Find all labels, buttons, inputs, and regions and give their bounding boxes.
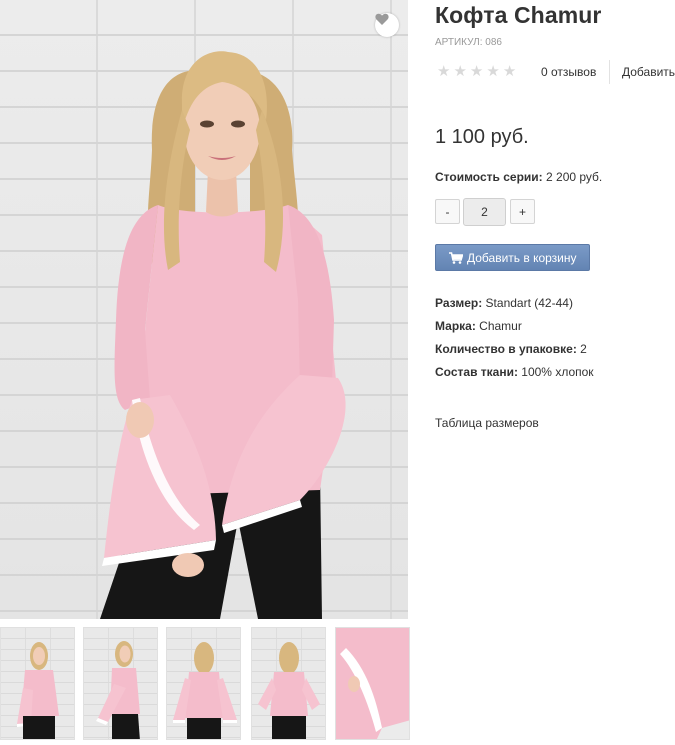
product-price: 1 100 руб. bbox=[435, 126, 529, 148]
thumbnail-4[interactable] bbox=[251, 627, 326, 740]
thumbnail-3[interactable] bbox=[166, 627, 241, 740]
product-photo-side bbox=[96, 641, 140, 739]
star-icon[interactable]: ★ bbox=[486, 63, 499, 80]
add-review-link[interactable]: Добавить bbox=[622, 65, 675, 79]
spec-label: Количество в упаковке: bbox=[435, 342, 577, 356]
star-icon[interactable]: ★ bbox=[503, 63, 516, 80]
spec-size: Размер: Standart (42-44) bbox=[435, 296, 573, 310]
spec-label: Состав ткани: bbox=[435, 365, 518, 379]
star-icon[interactable]: ★ bbox=[453, 63, 466, 80]
quantity-input[interactable] bbox=[463, 198, 506, 226]
series-price-value: 2 200 руб. bbox=[542, 170, 603, 184]
series-price-label: Стоимость серии: bbox=[435, 170, 543, 184]
thumbnail-strip bbox=[0, 627, 412, 745]
product-photo-sleeve-detail bbox=[336, 628, 409, 739]
heart-icon bbox=[375, 13, 389, 25]
main-product-photo[interactable] bbox=[0, 0, 408, 619]
star-icon[interactable]: ★ bbox=[437, 63, 450, 80]
add-to-cart-button[interactable]: Добавить в корзину bbox=[435, 244, 590, 271]
thumbnail-2[interactable] bbox=[83, 627, 158, 740]
spec-pack-quantity: Количество в упаковке: 2 bbox=[435, 342, 587, 356]
thumbnail-5[interactable] bbox=[335, 627, 410, 740]
add-to-cart-label: Добавить в корзину bbox=[467, 250, 577, 265]
spec-label: Размер: bbox=[435, 296, 483, 310]
spec-value: 2 bbox=[576, 342, 587, 356]
product-title: Кофта Chamur bbox=[435, 2, 602, 28]
size-table-link[interactable]: Таблица размеров bbox=[435, 416, 539, 430]
model-illustration bbox=[100, 51, 346, 619]
spec-label: Марка: bbox=[435, 319, 476, 333]
rating-stars[interactable]: ★ ★ ★ ★ ★ bbox=[437, 63, 516, 80]
cart-icon bbox=[449, 251, 463, 264]
product-sku: АРТИКУЛ: 086 bbox=[435, 37, 502, 48]
star-icon[interactable]: ★ bbox=[470, 63, 483, 80]
spec-brand: Марка: Chamur bbox=[435, 319, 522, 333]
product-photo-back bbox=[173, 642, 237, 739]
quantity-decrease-button[interactable]: - bbox=[435, 199, 460, 224]
quantity-increase-button[interactable]: + bbox=[510, 199, 535, 224]
series-price: Стоимость серии: 2 200 руб. bbox=[435, 170, 602, 184]
divider bbox=[609, 60, 610, 84]
spec-value: Chamur bbox=[475, 319, 522, 333]
favorite-button[interactable] bbox=[375, 13, 399, 37]
spec-value: 100% хлопок bbox=[517, 365, 594, 379]
spec-value: Standart (42-44) bbox=[482, 296, 573, 310]
product-photo-front bbox=[17, 642, 59, 739]
thumbnail-1[interactable] bbox=[0, 627, 75, 740]
product-photo-back-arms bbox=[258, 642, 320, 739]
reviews-count-link[interactable]: 0 отзывов bbox=[541, 65, 596, 79]
spec-fabric: Состав ткани: 100% хлопок bbox=[435, 365, 594, 379]
